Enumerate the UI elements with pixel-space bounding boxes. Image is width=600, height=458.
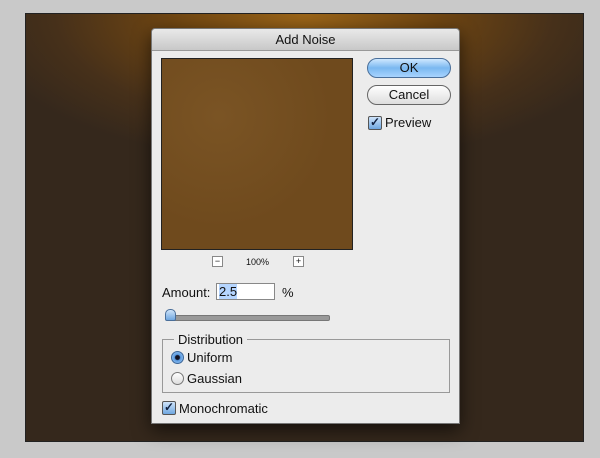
distribution-label: Distribution — [174, 332, 248, 347]
preview-image[interactable] — [161, 58, 353, 250]
gaussian-radio[interactable] — [171, 372, 184, 385]
zoom-level: 100% — [246, 257, 270, 267]
dialog-title: Add Noise — [152, 29, 459, 51]
ok-button[interactable]: OK — [367, 58, 451, 78]
preview-checkbox[interactable]: ✓ — [368, 116, 382, 130]
monochromatic-label: Monochromatic — [179, 401, 268, 416]
amount-slider-thumb[interactable] — [165, 309, 176, 321]
amount-unit: % — [282, 285, 294, 300]
zoom-out-button[interactable]: − — [212, 256, 223, 267]
gaussian-label: Gaussian — [187, 371, 242, 386]
amount-slider[interactable] — [167, 315, 330, 321]
uniform-label: Uniform — [187, 350, 233, 365]
amount-value: 2.5 — [219, 284, 238, 299]
amount-label: Amount: — [162, 285, 211, 300]
preview-label: Preview — [385, 115, 432, 130]
amount-input[interactable]: 2.5 — [216, 283, 275, 300]
zoom-in-button[interactable]: + — [293, 256, 304, 267]
add-noise-dialog: Add Noise − 100% + OK Cancel ✓ Preview A… — [151, 28, 460, 424]
uniform-radio[interactable] — [171, 351, 184, 364]
monochromatic-checkbox[interactable]: ✓ — [162, 401, 176, 415]
cancel-button[interactable]: Cancel — [367, 85, 451, 105]
